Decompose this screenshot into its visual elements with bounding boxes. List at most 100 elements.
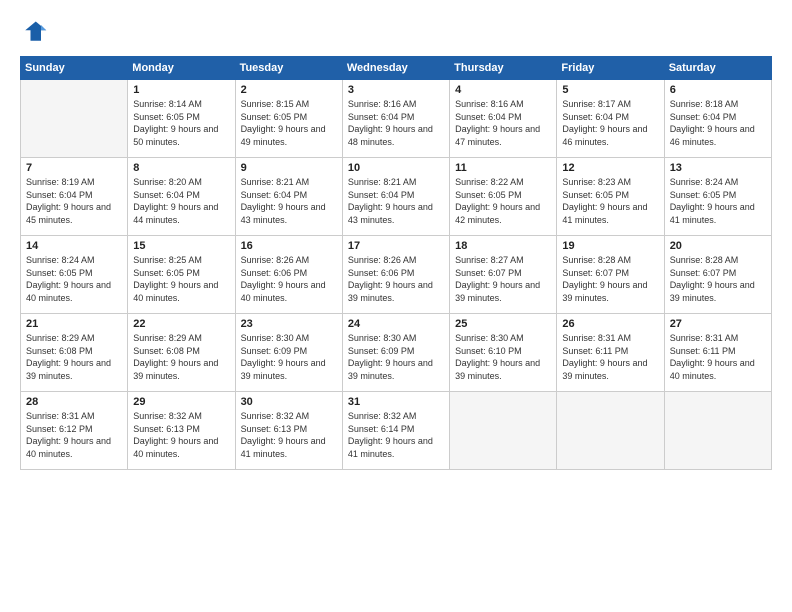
day-info: Sunrise: 8:26 AMSunset: 6:06 PMDaylight:… xyxy=(241,254,337,304)
calendar-day-cell: 15 Sunrise: 8:25 AMSunset: 6:05 PMDayligh… xyxy=(128,236,235,314)
day-number: 17 xyxy=(348,240,444,252)
day-info: Sunrise: 8:31 AMSunset: 6:12 PMDaylight:… xyxy=(26,410,122,460)
day-info: Sunrise: 8:24 AMSunset: 6:05 PMDaylight:… xyxy=(670,176,766,226)
day-number: 1 xyxy=(133,84,229,96)
day-info: Sunrise: 8:31 AMSunset: 6:11 PMDaylight:… xyxy=(670,332,766,382)
day-info: Sunrise: 8:31 AMSunset: 6:11 PMDaylight:… xyxy=(562,332,658,382)
calendar-day-cell: 17 Sunrise: 8:26 AMSunset: 6:06 PMDayligh… xyxy=(342,236,449,314)
calendar-day-cell: 25 Sunrise: 8:30 AMSunset: 6:10 PMDayligh… xyxy=(450,314,557,392)
calendar-day-header: Tuesday xyxy=(235,57,342,80)
day-info: Sunrise: 8:21 AMSunset: 6:04 PMDaylight:… xyxy=(348,176,444,226)
day-number: 16 xyxy=(241,240,337,252)
calendar-week-row: 7Sunrise: 8:19 AMSunset: 6:04 PMDaylight… xyxy=(21,158,772,236)
calendar-day-cell: 9Sunrise: 8:21 AMSunset: 6:04 PMDaylight… xyxy=(235,158,342,236)
day-number: 24 xyxy=(348,318,444,330)
day-info: Sunrise: 8:32 AMSunset: 6:13 PMDaylight:… xyxy=(241,410,337,460)
calendar-day-cell: 6 Sunrise: 8:18 AMSunset: 6:04 PMDaylight… xyxy=(664,80,771,158)
day-number: 18 xyxy=(455,240,551,252)
page: SundayMondayTuesdayWednesdayThursdayFrid… xyxy=(0,0,792,612)
day-info: Sunrise: 8:17 AMSunset: 6:04 PMDaylight:… xyxy=(562,98,658,148)
calendar-day-cell: 10 Sunrise: 8:21 AMSunset: 6:04 PMDayligh… xyxy=(342,158,449,236)
calendar-day-cell: 19 Sunrise: 8:28 AMSunset: 6:07 PMDayligh… xyxy=(557,236,664,314)
day-info: Sunrise: 8:24 AMSunset: 6:05 PMDaylight:… xyxy=(26,254,122,304)
day-info: Sunrise: 8:22 AMSunset: 6:05 PMDaylight:… xyxy=(455,176,551,226)
calendar-day-cell: 24 Sunrise: 8:30 AMSunset: 6:09 PMDayligh… xyxy=(342,314,449,392)
day-info: Sunrise: 8:18 AMSunset: 6:04 PMDaylight:… xyxy=(670,98,766,148)
calendar-day-cell: 8 Sunrise: 8:20 AMSunset: 6:04 PMDaylight… xyxy=(128,158,235,236)
day-number: 22 xyxy=(133,318,229,330)
day-info: Sunrise: 8:19 AMSunset: 6:04 PMDaylight:… xyxy=(26,176,122,226)
calendar-day-header: Wednesday xyxy=(342,57,449,80)
calendar-day-cell: 14 Sunrise: 8:24 AMSunset: 6:05 PMDayligh… xyxy=(21,236,128,314)
calendar-day-header: Saturday xyxy=(664,57,771,80)
day-info: Sunrise: 8:28 AMSunset: 6:07 PMDaylight:… xyxy=(670,254,766,304)
calendar-day-cell: 1 Sunrise: 8:14 AMSunset: 6:05 PMDaylight… xyxy=(128,80,235,158)
day-info: Sunrise: 8:27 AMSunset: 6:07 PMDaylight:… xyxy=(455,254,551,304)
day-info: Sunrise: 8:29 AMSunset: 6:08 PMDaylight:… xyxy=(133,332,229,382)
day-number: 3 xyxy=(348,84,444,96)
day-number: 29 xyxy=(133,396,229,408)
logo-icon xyxy=(20,18,48,46)
calendar-day-cell: 16 Sunrise: 8:26 AMSunset: 6:06 PMDayligh… xyxy=(235,236,342,314)
day-number: 30 xyxy=(241,396,337,408)
calendar-day-header: Monday xyxy=(128,57,235,80)
calendar-week-row: 21Sunrise: 8:29 AMSunset: 6:08 PMDayligh… xyxy=(21,314,772,392)
day-number: 8 xyxy=(133,162,229,174)
day-info: Sunrise: 8:30 AMSunset: 6:09 PMDaylight:… xyxy=(348,332,444,382)
calendar-day-header: Thursday xyxy=(450,57,557,80)
day-number: 19 xyxy=(562,240,658,252)
calendar-day-cell: 11 Sunrise: 8:22 AMSunset: 6:05 PMDayligh… xyxy=(450,158,557,236)
day-number: 20 xyxy=(670,240,766,252)
day-info: Sunrise: 8:30 AMSunset: 6:09 PMDaylight:… xyxy=(241,332,337,382)
day-number: 11 xyxy=(455,162,551,174)
day-number: 2 xyxy=(241,84,337,96)
day-number: 31 xyxy=(348,396,444,408)
calendar-week-row: 14 Sunrise: 8:24 AMSunset: 6:05 PMDayligh… xyxy=(21,236,772,314)
calendar-day-cell: 12Sunrise: 8:23 AMSunset: 6:05 PMDayligh… xyxy=(557,158,664,236)
calendar-day-cell: 22 Sunrise: 8:29 AMSunset: 6:08 PMDayligh… xyxy=(128,314,235,392)
day-info: Sunrise: 8:29 AMSunset: 6:08 PMDaylight:… xyxy=(26,332,122,382)
day-number: 25 xyxy=(455,318,551,330)
calendar-day-cell: 29 Sunrise: 8:32 AMSunset: 6:13 PMDayligh… xyxy=(128,392,235,470)
day-number: 10 xyxy=(348,162,444,174)
calendar-day-header: Sunday xyxy=(21,57,128,80)
day-number: 27 xyxy=(670,318,766,330)
day-number: 26 xyxy=(562,318,658,330)
day-info: Sunrise: 8:20 AMSunset: 6:04 PMDaylight:… xyxy=(133,176,229,226)
calendar-day-cell: 27 Sunrise: 8:31 AMSunset: 6:11 PMDayligh… xyxy=(664,314,771,392)
calendar-table: SundayMondayTuesdayWednesdayThursdayFrid… xyxy=(20,56,772,470)
calendar-day-cell: 7Sunrise: 8:19 AMSunset: 6:04 PMDaylight… xyxy=(21,158,128,236)
calendar-day-cell: 20 Sunrise: 8:28 AMSunset: 6:07 PMDayligh… xyxy=(664,236,771,314)
day-number: 14 xyxy=(26,240,122,252)
calendar-week-row: 1 Sunrise: 8:14 AMSunset: 6:05 PMDaylight… xyxy=(21,80,772,158)
day-info: Sunrise: 8:25 AMSunset: 6:05 PMDaylight:… xyxy=(133,254,229,304)
calendar-day-cell: 18 Sunrise: 8:27 AMSunset: 6:07 PMDayligh… xyxy=(450,236,557,314)
day-number: 6 xyxy=(670,84,766,96)
day-info: Sunrise: 8:26 AMSunset: 6:06 PMDaylight:… xyxy=(348,254,444,304)
calendar-week-row: 28Sunrise: 8:31 AMSunset: 6:12 PMDayligh… xyxy=(21,392,772,470)
day-info: Sunrise: 8:23 AMSunset: 6:05 PMDaylight:… xyxy=(562,176,658,226)
calendar-day-header: Friday xyxy=(557,57,664,80)
day-number: 5 xyxy=(562,84,658,96)
day-number: 15 xyxy=(133,240,229,252)
calendar-day-cell: 28Sunrise: 8:31 AMSunset: 6:12 PMDayligh… xyxy=(21,392,128,470)
calendar-header-row: SundayMondayTuesdayWednesdayThursdayFrid… xyxy=(21,57,772,80)
day-info: Sunrise: 8:16 AMSunset: 6:04 PMDaylight:… xyxy=(455,98,551,148)
calendar-day-cell: 30 Sunrise: 8:32 AMSunset: 6:13 PMDayligh… xyxy=(235,392,342,470)
calendar-day-cell: 23Sunrise: 8:30 AMSunset: 6:09 PMDayligh… xyxy=(235,314,342,392)
day-info: Sunrise: 8:32 AMSunset: 6:14 PMDaylight:… xyxy=(348,410,444,460)
day-info: Sunrise: 8:28 AMSunset: 6:07 PMDaylight:… xyxy=(562,254,658,304)
day-number: 13 xyxy=(670,162,766,174)
day-info: Sunrise: 8:32 AMSunset: 6:13 PMDaylight:… xyxy=(133,410,229,460)
day-info: Sunrise: 8:30 AMSunset: 6:10 PMDaylight:… xyxy=(455,332,551,382)
calendar-day-cell: 3 Sunrise: 8:16 AMSunset: 6:04 PMDaylight… xyxy=(342,80,449,158)
calendar-day-cell: 21Sunrise: 8:29 AMSunset: 6:08 PMDayligh… xyxy=(21,314,128,392)
logo xyxy=(20,18,52,46)
day-info: Sunrise: 8:14 AMSunset: 6:05 PMDaylight:… xyxy=(133,98,229,148)
calendar-day-cell: 5 Sunrise: 8:17 AMSunset: 6:04 PMDaylight… xyxy=(557,80,664,158)
day-info: Sunrise: 8:16 AMSunset: 6:04 PMDaylight:… xyxy=(348,98,444,148)
day-info: Sunrise: 8:15 AMSunset: 6:05 PMDaylight:… xyxy=(241,98,337,148)
calendar-day-cell: 13 Sunrise: 8:24 AMSunset: 6:05 PMDayligh… xyxy=(664,158,771,236)
header xyxy=(20,18,772,46)
day-info: Sunrise: 8:21 AMSunset: 6:04 PMDaylight:… xyxy=(241,176,337,226)
